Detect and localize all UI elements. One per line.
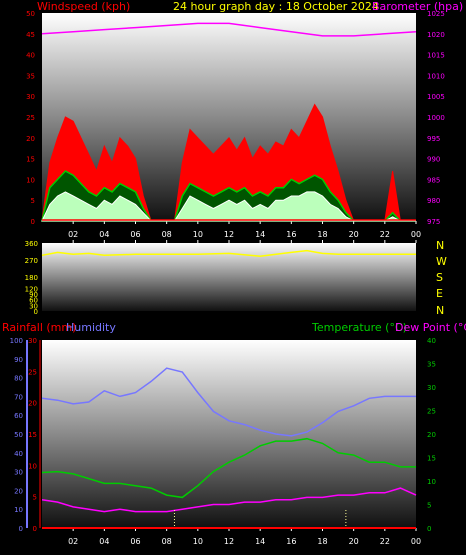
wind-x-tick-10: 10 — [193, 230, 203, 239]
wind-x-tick-06: 06 — [130, 230, 140, 239]
temp-x-tick-22: 22 — [380, 537, 390, 546]
baro-y-tick-1010: 1010 — [427, 72, 445, 80]
weather-chart: Windspeed (kph) 24 hour graph day : 18 O… — [2, 0, 466, 546]
baro-y-tick-985: 985 — [427, 176, 440, 184]
baro-y-tick-975: 975 — [427, 218, 440, 226]
temp-y-tick-35: 35 — [427, 361, 436, 369]
rain-y-tick-15: 15 — [28, 431, 37, 439]
humidity-y-tick-20: 20 — [14, 487, 23, 495]
wind-y-tick-25: 25 — [26, 114, 35, 122]
wind-y-tick-50: 50 — [26, 10, 35, 18]
wind-x-tick-02: 02 — [68, 230, 78, 239]
wind-y-tick-40: 40 — [26, 52, 35, 60]
humidity-axis-title: Humidity — [66, 321, 116, 334]
temp-x-tick-14: 14 — [255, 537, 265, 546]
direction-label-w: W — [436, 255, 447, 268]
rain-y-tick-30: 30 — [28, 337, 37, 345]
temperature-axis-title: Temperature (°C) — [311, 321, 407, 334]
baro-y-tick-1000: 1000 — [427, 114, 445, 122]
rain-y-tick-25: 25 — [28, 368, 37, 376]
dir-y-tick-270: 270 — [25, 257, 38, 265]
temp-x-tick-12: 12 — [224, 537, 234, 546]
dir-y-tick-180: 180 — [25, 274, 38, 282]
wind-x-tick-20: 20 — [349, 230, 359, 239]
temp-y-tick-30: 30 — [427, 384, 436, 392]
baro-y-tick-980: 980 — [427, 197, 440, 205]
temp-x-tick-20: 20 — [349, 537, 359, 546]
temp-x-tick-10: 10 — [193, 537, 203, 546]
temp-y-tick-40: 40 — [427, 337, 436, 345]
baro-y-tick-1005: 1005 — [427, 93, 445, 101]
temp-y-tick-0: 0 — [427, 525, 431, 533]
baro-y-tick-1025: 1025 — [427, 10, 445, 18]
temperature-panel — [42, 340, 416, 528]
rain-y-tick-20: 20 — [28, 400, 37, 408]
dir-y-tick-360: 360 — [25, 240, 38, 248]
temp-x-tick-16: 16 — [286, 537, 296, 546]
humidity-y-tick-90: 90 — [14, 356, 23, 364]
temp-y-tick-25: 25 — [427, 408, 436, 416]
humidity-y-tick-10: 10 — [14, 506, 23, 514]
dewpoint-axis-title: Dew Point (°C) — [395, 321, 466, 334]
chart-title: 24 hour graph day : 18 October 2024 — [173, 0, 379, 13]
wind-y-tick-30: 30 — [26, 93, 35, 101]
direction-label-n-bottom: N — [436, 304, 444, 317]
baro-y-tick-995: 995 — [427, 135, 440, 143]
wind-x-tick-16: 16 — [286, 230, 296, 239]
wind-y-tick-45: 45 — [26, 31, 35, 39]
baro-y-tick-990: 990 — [427, 156, 440, 164]
temp-y-tick-15: 15 — [427, 455, 436, 463]
wind-x-tick-12: 12 — [224, 230, 234, 239]
humidity-y-tick-100: 100 — [10, 337, 23, 345]
wind-x-tick-22: 22 — [380, 230, 390, 239]
wind-y-tick-35: 35 — [26, 72, 35, 80]
temp-x-tick-08: 08 — [162, 537, 172, 546]
baro-y-tick-1015: 1015 — [427, 52, 445, 60]
rain-y-tick-0: 0 — [33, 525, 37, 533]
wind-y-tick-10: 10 — [26, 176, 35, 184]
temp-y-tick-10: 10 — [427, 478, 436, 486]
wind-y-tick-5: 5 — [31, 197, 35, 205]
wind-x-tick-18: 18 — [317, 230, 327, 239]
direction-label-s: S — [436, 271, 443, 284]
temp-x-tick-18: 18 — [317, 537, 327, 546]
wind-x-tick-04: 04 — [99, 230, 109, 239]
humidity-y-tick-70: 70 — [14, 393, 23, 401]
rain-y-tick-5: 5 — [33, 494, 37, 502]
wind-y-tick-15: 15 — [26, 156, 35, 164]
humidity-y-tick-0: 0 — [19, 525, 23, 533]
wind-x-tick-08: 08 — [162, 230, 172, 239]
humidity-y-tick-30: 30 — [14, 469, 23, 477]
temp-x-tick-00: 00 — [411, 537, 421, 546]
wind-y-tick-0: 0 — [31, 218, 35, 226]
wind-x-tick-00: 00 — [411, 230, 421, 239]
wind-x-tick-14: 14 — [255, 230, 265, 239]
direction-label-n-top: N — [436, 239, 444, 252]
humidity-y-tick-50: 50 — [14, 431, 23, 439]
dir-y-tick-120: 120 — [25, 285, 38, 293]
temp-x-tick-04: 04 — [99, 537, 109, 546]
temp-x-tick-06: 06 — [130, 537, 140, 546]
baro-y-tick-1020: 1020 — [427, 31, 445, 39]
windspeed-axis-title: Windspeed (kph) — [37, 0, 130, 13]
rain-y-tick-10: 10 — [28, 462, 37, 470]
wind-y-tick-20: 20 — [26, 135, 35, 143]
barometer-axis-title: Barometer (hpa) — [372, 0, 463, 13]
humidity-y-tick-60: 60 — [14, 412, 23, 420]
temp-x-tick-02: 02 — [68, 537, 78, 546]
humidity-y-tick-40: 40 — [14, 450, 23, 458]
temp-y-tick-5: 5 — [427, 502, 431, 510]
direction-label-e: E — [436, 287, 443, 300]
humidity-y-tick-80: 80 — [14, 375, 23, 383]
temp-y-tick-20: 20 — [427, 431, 436, 439]
